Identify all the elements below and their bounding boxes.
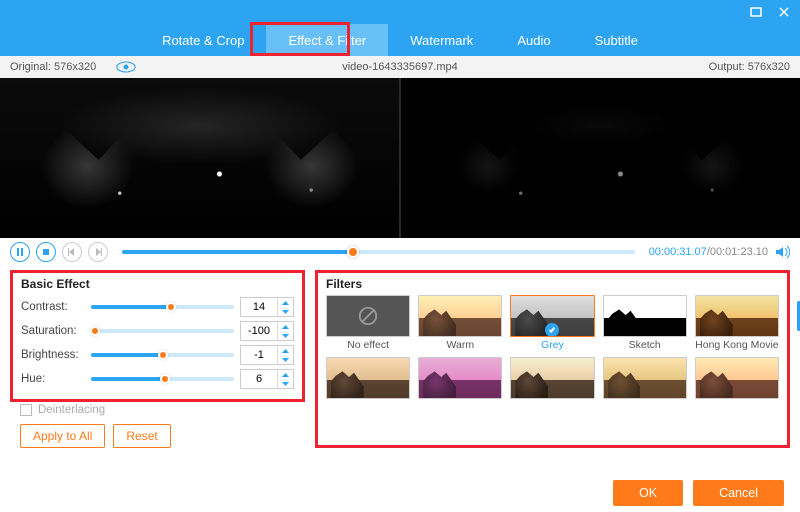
filter-caption xyxy=(603,401,687,413)
tab-effect-filter[interactable]: Effect & Filter xyxy=(266,24,388,56)
filter-item-[interactable] xyxy=(510,357,594,413)
tab-bar: Rotate & CropEffect & FilterWatermarkAud… xyxy=(0,24,800,56)
basic-slider[interactable] xyxy=(91,305,234,309)
filter-caption xyxy=(695,401,779,413)
basic-label: Saturation: xyxy=(21,325,85,337)
filter-item-[interactable] xyxy=(418,357,502,413)
next-frame-button[interactable] xyxy=(88,242,108,262)
spin-up[interactable] xyxy=(278,346,293,355)
filter-warm[interactable]: Warm xyxy=(418,295,502,351)
filter-caption xyxy=(326,401,410,413)
spin-down[interactable] xyxy=(278,331,293,340)
footer-buttons: OK Cancel xyxy=(613,480,784,506)
prev-frame-button[interactable] xyxy=(62,242,82,262)
filter-item-[interactable] xyxy=(326,357,410,413)
selected-check-icon xyxy=(545,323,559,337)
tab-audio[interactable]: Audio xyxy=(495,24,572,56)
filter-sketch[interactable]: Sketch xyxy=(603,295,687,351)
spin-up[interactable] xyxy=(278,298,293,307)
reset-button[interactable]: Reset xyxy=(113,424,170,448)
basic-label: Hue: xyxy=(21,373,85,385)
tab-watermark[interactable]: Watermark xyxy=(388,24,495,56)
spin-up[interactable] xyxy=(278,322,293,331)
basic-value-input[interactable] xyxy=(241,346,277,364)
progress-track[interactable] xyxy=(122,250,635,254)
filter-caption xyxy=(510,401,594,413)
spin-up[interactable] xyxy=(278,370,293,379)
basic-row-brightness: Brightness: xyxy=(21,343,294,367)
filter-item-[interactable] xyxy=(603,357,687,413)
basic-spinbox[interactable] xyxy=(240,345,294,365)
spin-down[interactable] xyxy=(278,307,293,316)
apply-to-all-button[interactable]: Apply to All xyxy=(20,424,105,448)
spin-down[interactable] xyxy=(278,355,293,364)
minimize-button[interactable] xyxy=(748,4,764,20)
stop-button[interactable] xyxy=(36,242,56,262)
deinterlacing-checkbox[interactable]: Deinterlacing xyxy=(20,404,305,416)
tab-subtitle[interactable]: Subtitle xyxy=(573,24,660,56)
preview-original xyxy=(0,78,399,238)
basic-row-contrast: Contrast: xyxy=(21,295,294,319)
filter-caption: Warm xyxy=(418,339,502,351)
basic-slider[interactable] xyxy=(91,329,234,333)
basic-label: Contrast: xyxy=(21,301,85,313)
time-display: 00:00:31.07/00:01:23.10 xyxy=(649,246,768,258)
basic-label: Brightness: xyxy=(21,349,85,361)
filter-hong-kong-movie[interactable]: Hong Kong Movie xyxy=(695,295,779,351)
lower-panels: Basic Effect Contrast: Saturation: Brightn… xyxy=(0,266,800,454)
filter-caption xyxy=(418,401,502,413)
info-bar: Original: 576x320 video-1643335697.mp4 O… xyxy=(0,56,800,78)
preview-toggle-icon[interactable] xyxy=(116,61,136,73)
slider-thumb[interactable] xyxy=(166,302,176,312)
preview-output xyxy=(399,78,800,238)
basic-effect-panel: Basic Effect Contrast: Saturation: Brightn… xyxy=(10,270,305,402)
preview-row xyxy=(0,78,800,238)
titlebar xyxy=(0,0,800,24)
basic-row-saturation: Saturation: xyxy=(21,319,294,343)
volume-icon[interactable] xyxy=(774,244,790,260)
basic-spinbox[interactable] xyxy=(240,369,294,389)
progress-thumb[interactable] xyxy=(347,246,359,258)
player-bar: 00:00:31.07/00:01:23.10 xyxy=(0,238,800,266)
filter-item-[interactable] xyxy=(695,357,779,413)
output-size-label: Output: 576x320 xyxy=(709,61,790,73)
pause-button[interactable] xyxy=(10,242,30,262)
basic-value-input[interactable] xyxy=(241,298,277,316)
basic-value-input[interactable] xyxy=(241,370,277,388)
filter-caption: No effect xyxy=(326,339,410,351)
basic-effect-title: Basic Effect xyxy=(21,277,294,291)
filter-no-effect[interactable]: No effect xyxy=(326,295,410,351)
basic-slider[interactable] xyxy=(91,353,234,357)
close-button[interactable] xyxy=(776,4,792,20)
basic-slider[interactable] xyxy=(91,377,234,381)
basic-row-hue: Hue: xyxy=(21,367,294,391)
original-size-label: Original: 576x320 xyxy=(10,61,96,73)
ok-button[interactable]: OK xyxy=(613,480,683,506)
filter-caption: Grey xyxy=(510,339,594,351)
filters-panel: Filters No effect Warm Grey Sketch Hong Kong… xyxy=(315,270,790,448)
cancel-button[interactable]: Cancel xyxy=(693,480,784,506)
slider-thumb[interactable] xyxy=(160,374,170,384)
tab-rotate-crop[interactable]: Rotate & Crop xyxy=(140,24,266,56)
slider-thumb[interactable] xyxy=(90,326,100,336)
filename-label: video-1643335697.mp4 xyxy=(342,61,458,73)
basic-spinbox[interactable] xyxy=(240,297,294,317)
basic-value-input[interactable] xyxy=(241,322,277,340)
spin-down[interactable] xyxy=(278,379,293,388)
basic-spinbox[interactable] xyxy=(240,321,294,341)
filters-title: Filters xyxy=(326,277,779,291)
filter-grey[interactable]: Grey xyxy=(510,295,594,351)
filter-caption: Sketch xyxy=(603,339,687,351)
filter-caption: Hong Kong Movie xyxy=(695,339,779,351)
slider-thumb[interactable] xyxy=(158,350,168,360)
